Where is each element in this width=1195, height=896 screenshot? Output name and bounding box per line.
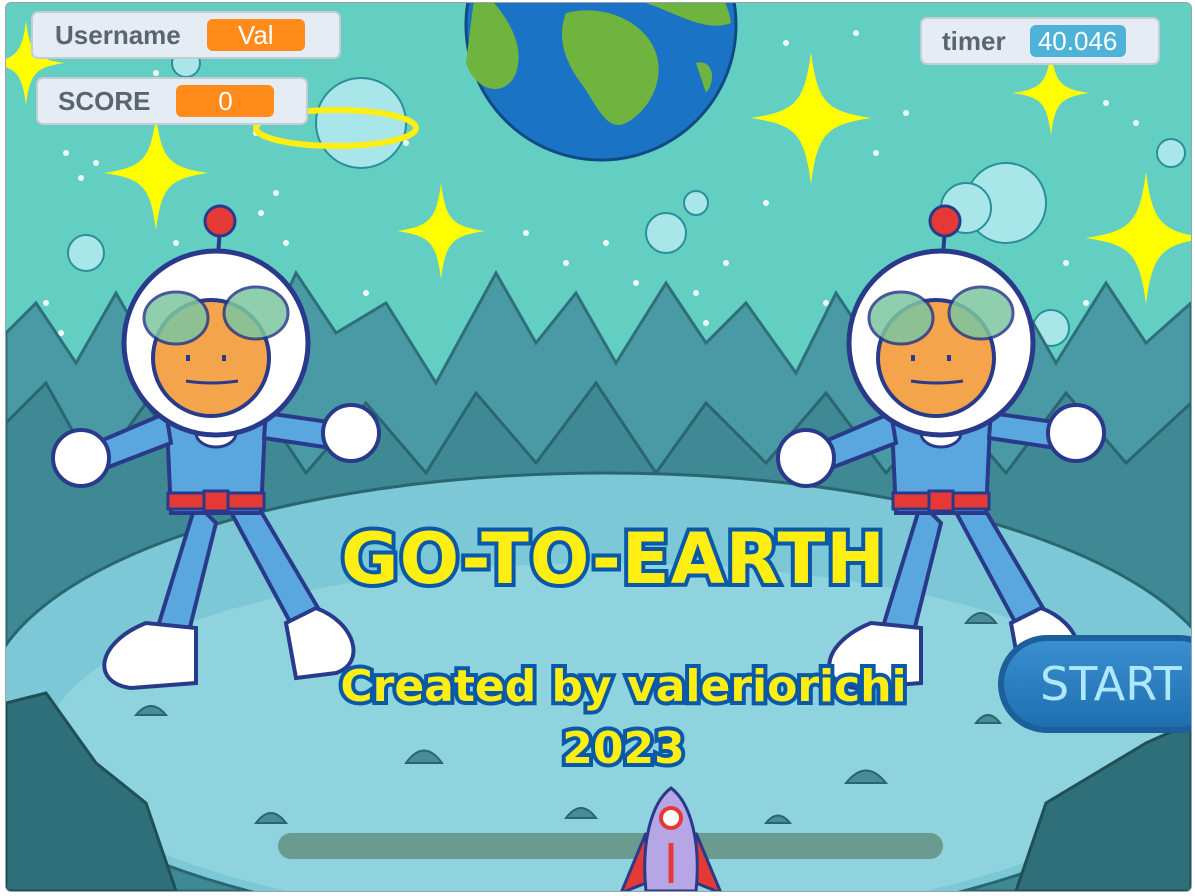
start-button[interactable]: START [998,635,1191,733]
username-monitor: Username Val [31,11,341,59]
timer-monitor: timer 40.046 [920,17,1160,65]
progress-track [278,833,943,859]
username-label: Username [55,19,181,50]
year-line: 2023 [558,719,688,778]
game-stage[interactable]: Username Val SCORE 0 timer 40.046 GO-TO-… [5,2,1192,892]
username-value: Val [206,19,305,51]
score-label: SCORE [58,85,151,116]
timer-value: 40.046 [1029,25,1126,57]
game-title: GO-TO-EARTH [337,514,889,604]
timer-label: timer [942,25,1006,56]
start-label: START [1040,657,1182,711]
score-value: 0 [176,85,275,117]
score-monitor: SCORE 0 [36,77,308,125]
